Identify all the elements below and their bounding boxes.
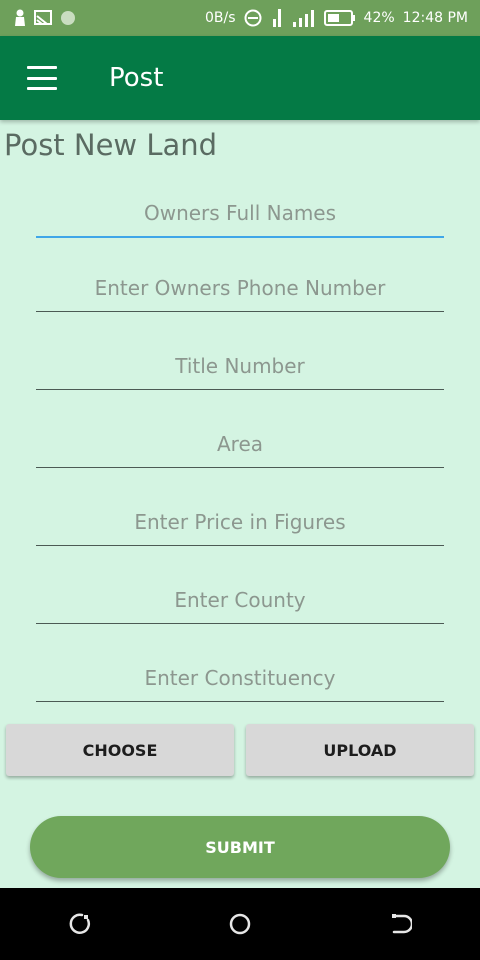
do-not-disturb-icon xyxy=(244,9,262,27)
owners-full-names-field xyxy=(36,189,444,238)
battery-icon xyxy=(323,10,355,26)
area-input[interactable] xyxy=(36,419,444,468)
owners-phone-field xyxy=(36,263,444,312)
county-field xyxy=(36,575,444,624)
signal-icon xyxy=(292,10,314,27)
owners-full-names-input[interactable] xyxy=(36,189,444,237)
status-bar: 0B/s 42% 12:48 PM xyxy=(0,0,480,36)
recent-apps-icon[interactable] xyxy=(68,912,92,936)
page-title: Post New Land xyxy=(4,128,218,162)
owners-phone-input[interactable] xyxy=(36,263,444,312)
cast-icon xyxy=(34,10,52,25)
status-bar-right: 0B/s 42% 12:48 PM xyxy=(205,7,468,29)
title-number-input[interactable] xyxy=(36,341,444,390)
app-notification-icon xyxy=(61,11,75,25)
clock: 12:48 PM xyxy=(402,10,468,26)
choose-button[interactable]: CHOOSE xyxy=(6,724,234,776)
back-icon[interactable] xyxy=(388,912,412,936)
status-bar-left xyxy=(14,9,76,27)
app-bar-title: Post xyxy=(109,63,164,93)
area-field xyxy=(36,419,444,468)
app-bar: Post xyxy=(0,36,480,120)
submit-button[interactable]: SUBMIT xyxy=(30,816,450,878)
title-number-field xyxy=(36,341,444,390)
upload-button[interactable]: UPLOAD xyxy=(246,724,474,776)
price-input[interactable] xyxy=(36,497,444,546)
county-input[interactable] xyxy=(36,575,444,624)
network-speed: 0B/s xyxy=(205,10,236,26)
navigation-bar xyxy=(0,888,480,960)
price-field xyxy=(36,497,444,546)
data-transfer-icon xyxy=(272,9,281,27)
constituency-input[interactable] xyxy=(36,653,444,702)
notification-person-icon xyxy=(15,9,25,26)
home-icon[interactable] xyxy=(228,912,252,936)
battery-percent: 42% xyxy=(363,10,395,26)
hamburger-menu-icon[interactable] xyxy=(27,66,57,90)
constituency-field xyxy=(36,653,444,702)
